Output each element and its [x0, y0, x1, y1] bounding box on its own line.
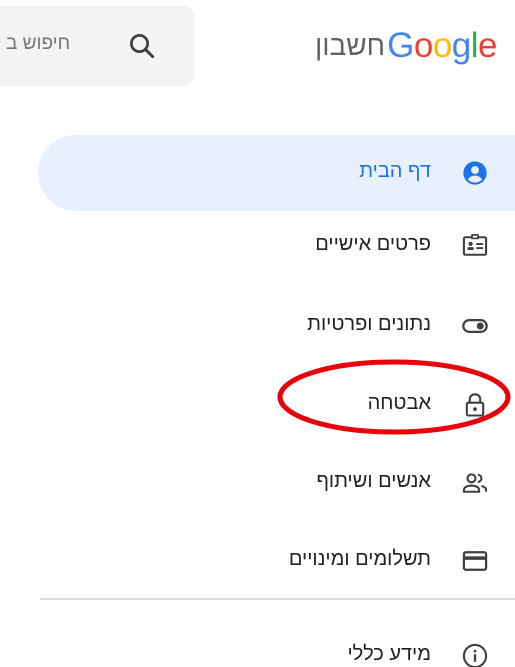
- logo-letter: G: [387, 26, 414, 65]
- logo-letter: o: [413, 26, 433, 65]
- lock-icon: [465, 393, 485, 417]
- search-input[interactable]: [6, 33, 106, 55]
- sidebar-item-label: פרטים אישיים: [315, 233, 431, 255]
- sidebar-item-label: נתונים ופרטיות: [307, 313, 431, 335]
- sidebar-item-about[interactable]: מידע כללי: [40, 618, 515, 667]
- search-box[interactable]: [0, 6, 194, 86]
- credit-card-icon: [462, 551, 488, 571]
- sidebar-item-label: אבטחה: [367, 392, 431, 414]
- id-card-icon: [462, 234, 488, 256]
- search-icon[interactable]: [127, 31, 157, 61]
- account-sidebar-view: Google חשבון דף הבית פרטים אישיים: [0, 0, 515, 667]
- sidebar-item-home[interactable]: דף הבית: [38, 135, 515, 211]
- sidebar-item-label: אנשים ושיתוף: [316, 470, 431, 492]
- product-label: חשבון: [314, 30, 386, 61]
- sidebar-item-label: תשלומים ומינויים: [288, 548, 431, 570]
- sidebar-item-payments[interactable]: תשלומים ומינויים: [40, 523, 515, 599]
- google-logo[interactable]: Google: [387, 26, 497, 66]
- logo-letter: l: [470, 26, 479, 65]
- brand[interactable]: Google חשבון: [314, 24, 498, 68]
- sidebar-item-data-privacy[interactable]: נתונים ופרטיות: [40, 288, 515, 364]
- nav-divider: [40, 598, 515, 600]
- logo-letter: e: [478, 26, 497, 65]
- logo-letter: o: [432, 26, 452, 65]
- sidebar-item-people-sharing[interactable]: אנשים ושיתוף: [40, 445, 515, 521]
- sidebar-item-label: דף הבית: [359, 160, 431, 182]
- logo-letter: g: [451, 26, 471, 65]
- sidebar-item-personal-info[interactable]: פרטים אישיים: [40, 208, 515, 284]
- sidebar-item-label: מידע כללי: [347, 643, 431, 665]
- info-icon: [462, 643, 488, 667]
- sidebar-item-security[interactable]: אבטחה: [40, 367, 515, 443]
- toggle-icon: [462, 319, 488, 333]
- people-icon: [462, 473, 488, 493]
- account-circle-icon: [463, 161, 487, 185]
